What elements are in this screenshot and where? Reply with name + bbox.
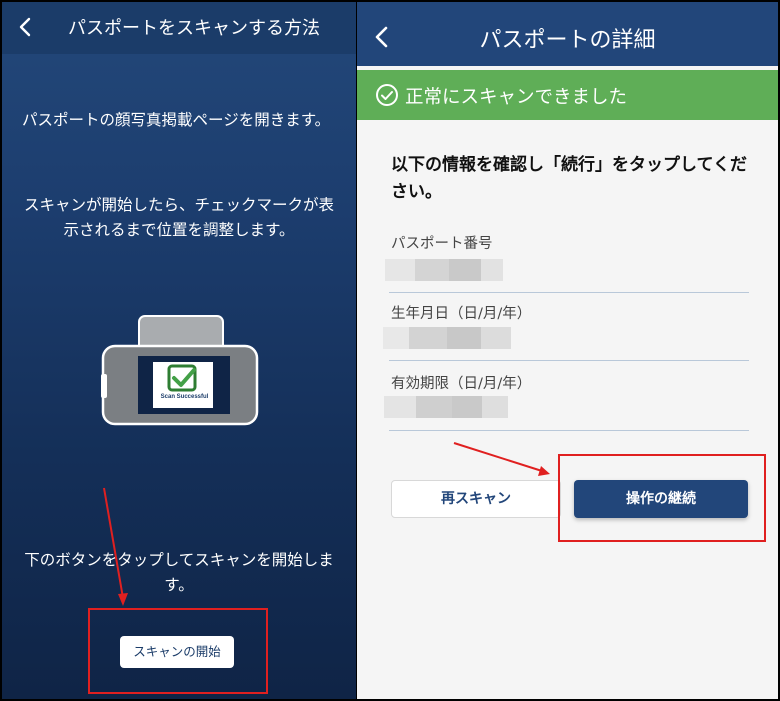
start-button-highlight-box [88,608,268,694]
instruction-tap-button: 下のボタンをタップしてスキャンを開始します。 [24,551,334,594]
instruction-adjust-position: スキャンが開始したら、チェックマークが表示されるまで位置を調整します。 [23,196,334,239]
phone-scan-icon [101,315,259,426]
date-of-birth-value-redacted [383,327,511,349]
instruction-open-page: パスポートの顔写真掲載ページを開きます。 [22,111,331,129]
expiry-date-value-redacted [384,396,508,418]
success-banner: 正常にスキャンできました [357,70,778,120]
rescan-button[interactable]: 再スキャン [391,480,561,518]
divider [389,360,749,361]
field-label-expiry-date: 有効期限（日/月/年） [391,376,532,392]
screenshot-frame: パスポートをスキャンする方法 パスポートの顔写真掲載ページを開きます。 スキャン… [2,2,778,699]
right-header: パスポートの詳細 [357,2,778,66]
divider [389,292,749,293]
page-title: パスポートをスキャンする方法 [68,18,320,39]
continue-button-highlight-box [558,454,766,542]
confirm-instruction: 以下の情報を確認し「続行」をタップしてください。 [391,155,747,202]
check-circle-icon [376,84,398,106]
divider [389,430,749,431]
field-label-passport-number: パスポート番号 [391,236,493,252]
page-title: パスポートの詳細 [479,28,656,53]
field-label-date-of-birth: 生年月日（日/月/年） [391,306,532,322]
left-header: パスポートをスキャンする方法 [2,2,356,54]
chevron-left-icon[interactable] [371,22,393,52]
passport-details-screen: パスポートの詳細 正常にスキャンできました 以下の情報を確認し「続行」をタップし… [357,2,778,699]
chevron-left-icon[interactable] [14,12,38,42]
passport-number-value-redacted [385,259,503,281]
success-text: 正常にスキャンできました [405,87,628,108]
scan-instructions-screen: パスポートをスキャンする方法 パスポートの顔写真掲載ページを開きます。 スキャン… [2,2,356,699]
scan-successful-label: Scan Successful [160,394,209,400]
